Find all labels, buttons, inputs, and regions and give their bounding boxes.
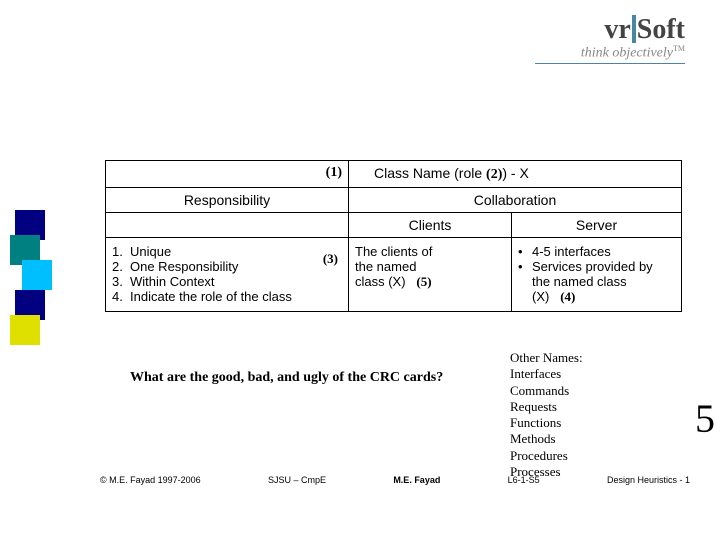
marker-1: (1)	[326, 165, 342, 180]
class-name-cell: Class Name (role (2)) - X	[349, 161, 681, 187]
resp-text: Unique	[130, 244, 171, 259]
footer-code: L6-1-S5	[508, 475, 540, 485]
resp-num: 3.	[112, 274, 130, 289]
slide-number-large: 5	[695, 395, 715, 442]
responsibility-body: 1.Unique 2.One Responsibility (3) 3.With…	[106, 238, 349, 311]
resp-text: One Responsibility	[130, 259, 238, 274]
resp-text: Within Context	[130, 274, 215, 289]
resp-num: 4.	[112, 289, 130, 304]
logo-tm: TM	[673, 44, 685, 53]
marker-2: (2)	[486, 167, 502, 182]
bullet-icon: •	[518, 244, 532, 259]
deco-square	[22, 260, 52, 290]
crc-table: (1) Class Name (role (2)) - X Responsibi…	[105, 160, 682, 312]
other-names-block: Other Names: Interfaces Commands Request…	[510, 350, 583, 480]
server-header: Server	[512, 213, 681, 237]
clients-header: Clients	[349, 213, 512, 237]
footer: © M.E. Fayad 1997-2006 SJSU – CmpE M.E. …	[100, 475, 690, 485]
footer-author: M.E. Fayad	[393, 475, 440, 485]
other-names-item: Commands	[510, 383, 583, 399]
other-names-item: Interfaces	[510, 366, 583, 382]
responsibility-subheader-empty	[106, 213, 349, 237]
clients-line: class (X)	[355, 274, 406, 289]
responsibility-header: Responsibility	[106, 187, 349, 212]
logo-underline	[535, 63, 685, 64]
other-names-item: Functions	[510, 415, 583, 431]
resp-num: 1.	[112, 244, 130, 259]
footer-copyright: © M.E. Fayad 1997-2006	[100, 475, 201, 485]
logo-brand-right: Soft	[637, 14, 685, 45]
resp-num: 2.	[112, 259, 130, 274]
other-names-item: Procedures	[510, 448, 583, 464]
footer-center: SJSU – CmpE	[268, 475, 326, 485]
deco-square	[10, 315, 40, 345]
class-name-tail: ) - X	[502, 165, 528, 181]
question-text: What are the good, bad, and ugly of the …	[130, 370, 443, 386]
marker-3: (3)	[323, 251, 338, 267]
resp-text: Indicate the role of the class	[130, 289, 292, 304]
logo: vrSoft think objectivelyTM	[535, 15, 685, 64]
other-names-item: Methods	[510, 431, 583, 447]
collaboration-header: Collaboration	[349, 187, 681, 212]
logo-tagline: think objectively	[581, 46, 673, 61]
logo-brand-left: vr	[604, 14, 630, 45]
bullet-icon: •	[518, 259, 532, 274]
footer-right: Design Heuristics - 1	[607, 475, 690, 485]
server-text: Services provided by the named class (X)	[532, 259, 653, 304]
marker-4: (4)	[560, 289, 575, 304]
logo-bar-icon	[632, 15, 636, 43]
marker-5: (5)	[416, 274, 431, 289]
clients-line: The clients of	[355, 244, 505, 259]
server-text: 4-5 interfaces	[532, 244, 667, 259]
clients-line: the named	[355, 259, 505, 274]
clients-body: The clients of the named class (X) (5)	[349, 238, 512, 311]
server-body: •4-5 interfaces •Services provided by th…	[512, 238, 681, 311]
class-name-text: Class Name (role	[374, 165, 482, 181]
other-names-item: Requests	[510, 399, 583, 415]
other-names-head: Other Names:	[510, 350, 583, 366]
